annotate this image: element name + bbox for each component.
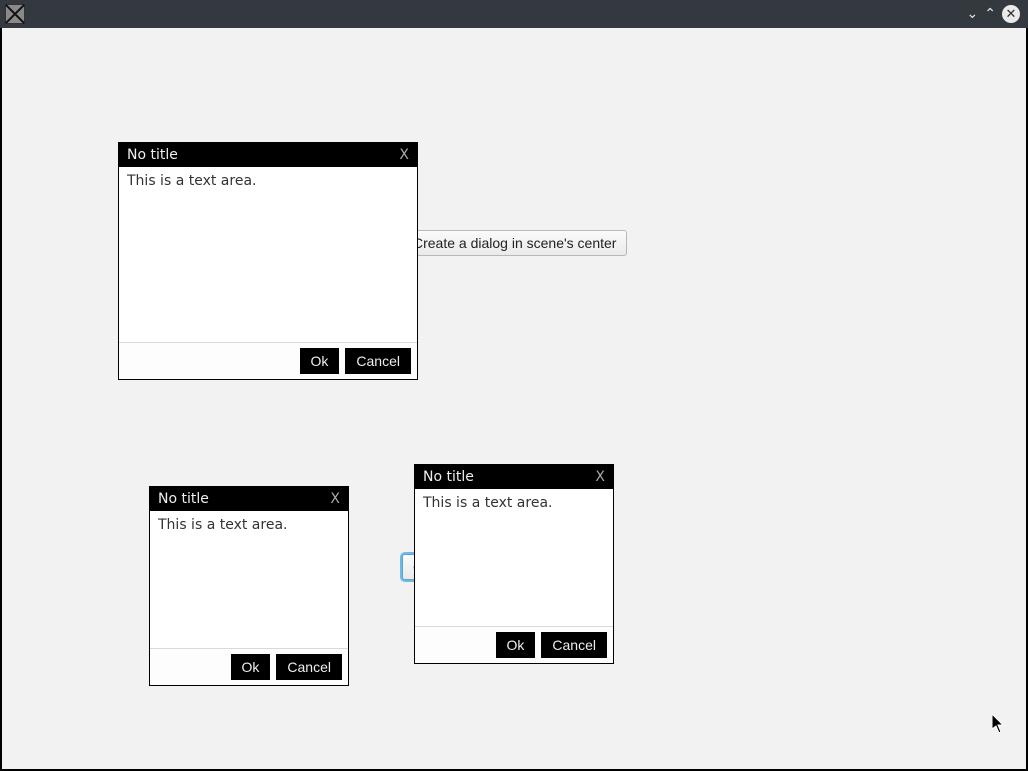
close-icon[interactable]: ✕ [1002, 5, 1020, 23]
ok-button[interactable]: Ok [231, 654, 271, 680]
dialog-title: No title [158, 491, 330, 507]
dialog-titlebar[interactable]: No title X [415, 465, 613, 489]
window-controls: ⌄ ⌃ ✕ [967, 0, 1020, 28]
dialog-close-icon[interactable]: X [330, 491, 340, 507]
minimize-icon[interactable]: ⌄ [967, 6, 979, 22]
dialog-close-icon[interactable]: X [399, 147, 409, 163]
dialog-window[interactable]: No title X Ok Cancel [118, 142, 418, 380]
dialog-textarea[interactable] [119, 167, 417, 342]
maximize-icon[interactable]: ⌃ [984, 6, 996, 22]
dialog-window[interactable]: No title X Ok Cancel [149, 486, 349, 686]
app-viewport: Create a dialog in scene's center Create… [2, 28, 1026, 769]
ok-button[interactable]: Ok [496, 632, 536, 658]
mouse-cursor-icon [992, 714, 1006, 734]
cancel-button[interactable]: Cancel [276, 654, 342, 680]
dialog-footer: Ok Cancel [119, 343, 417, 379]
ok-button[interactable]: Ok [300, 348, 340, 374]
dialog-body [119, 167, 417, 343]
dialog-footer: Ok Cancel [415, 627, 613, 663]
create-dialog-center-button[interactable]: Create a dialog in scene's center [402, 230, 627, 256]
dialog-textarea[interactable] [150, 511, 348, 648]
dialog-body [415, 489, 613, 627]
cancel-button[interactable]: Cancel [345, 348, 411, 374]
x11-app-icon [5, 4, 25, 24]
dialog-textarea[interactable] [415, 489, 613, 626]
dialog-body [150, 511, 348, 649]
dialog-titlebar[interactable]: No title X [150, 487, 348, 511]
dialog-window[interactable]: No title X Ok Cancel [414, 464, 614, 664]
dialog-footer: Ok Cancel [150, 649, 348, 685]
window-titlebar[interactable]: ⌄ ⌃ ✕ [0, 0, 1028, 28]
dialog-close-icon[interactable]: X [595, 469, 605, 485]
cancel-button[interactable]: Cancel [541, 632, 607, 658]
dialog-title: No title [423, 469, 595, 485]
dialog-titlebar[interactable]: No title X [119, 143, 417, 167]
dialog-title: No title [127, 147, 399, 163]
